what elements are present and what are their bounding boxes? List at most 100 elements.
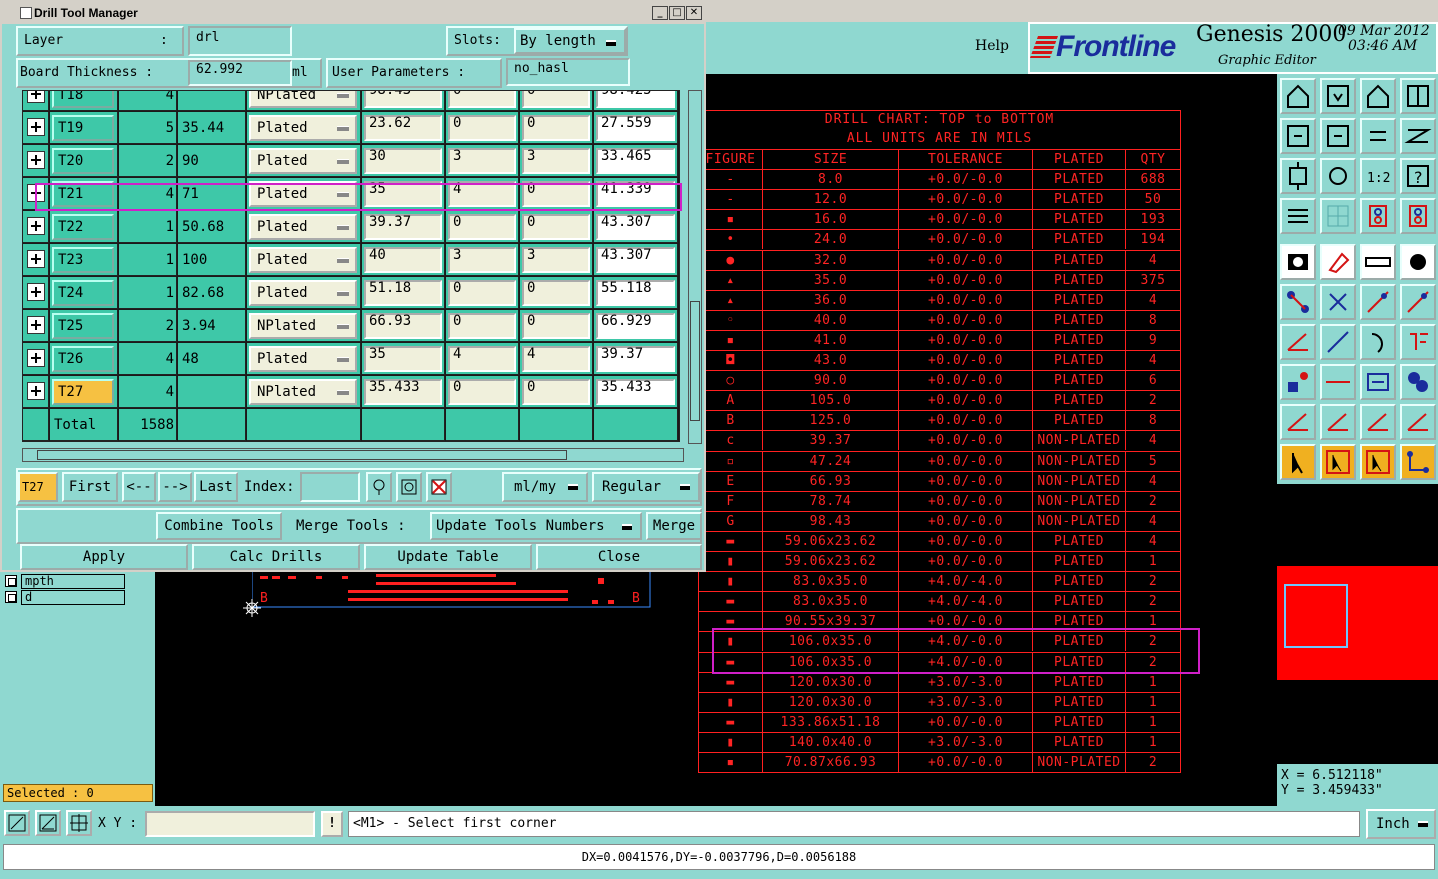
tol-minus-input[interactable]: 4	[522, 346, 590, 372]
replace-button[interactable]	[396, 472, 422, 502]
triangle-a-button[interactable]	[1280, 404, 1316, 440]
tol-plus-input[interactable]: 0	[448, 115, 516, 141]
pointer-box-button[interactable]	[1320, 444, 1356, 480]
tool-name-button[interactable]: T20	[52, 148, 114, 174]
tool-type-select[interactable]: NPlated	[249, 379, 357, 405]
tol-plus-input[interactable]: 0	[448, 379, 516, 405]
maximize-button[interactable]: □	[669, 6, 685, 20]
tool-name-button[interactable]: T27	[52, 379, 114, 405]
tool-row[interactable]: T24 1 82.68 Plated 51.18 0 0 55.118	[23, 277, 679, 310]
tol-minus-cell[interactable]: 0	[520, 211, 593, 243]
tol-minus-cell[interactable]: 0	[520, 112, 593, 144]
close-window-button[interactable]: ✕	[686, 6, 702, 20]
tol-plus-cell[interactable]: 3	[446, 145, 519, 177]
diag-button[interactable]	[1320, 324, 1356, 360]
tool-row[interactable]: T23 1 100 Plated 40 3 3 43.307	[23, 244, 679, 277]
tool-type-select[interactable]: NPlated	[249, 313, 357, 339]
tool-name-button[interactable]: T19	[52, 115, 114, 141]
drill-size-cell[interactable]: 23.62	[362, 112, 445, 144]
search-button[interactable]	[366, 472, 392, 502]
drill-size-input[interactable]: 51.18	[364, 280, 442, 306]
tool-name-cell[interactable]: T24	[50, 277, 118, 309]
tool-type-cell[interactable]: Plated	[247, 145, 361, 177]
expand-cell[interactable]	[23, 376, 49, 408]
expand-plus-icon[interactable]	[27, 151, 45, 169]
tool-type-select[interactable]: NPlated	[249, 91, 357, 108]
tol-minus-input[interactable]: 0	[522, 214, 590, 240]
tool-type-cell[interactable]: Plated	[247, 112, 361, 144]
result-size-input[interactable]: 66.929	[596, 313, 675, 339]
drill-size-cell[interactable]: 39.37	[362, 211, 445, 243]
home-button[interactable]	[1360, 78, 1396, 114]
tol-plus-cell[interactable]: 0	[446, 112, 519, 144]
result-size-input[interactable]: 27.559	[596, 115, 675, 141]
help-button[interactable]: ?	[1400, 158, 1436, 194]
hline-button[interactable]	[1320, 364, 1356, 400]
tool-type-cell[interactable]: NPlated	[247, 376, 361, 408]
tool-name-cell[interactable]: T23	[50, 244, 118, 276]
node-square-button[interactable]	[1280, 364, 1316, 400]
connect-button[interactable]	[1400, 444, 1436, 480]
tool-row[interactable]: T20 2 90 Plated 30 3 3 33.465	[23, 145, 679, 178]
toggle-red2-button[interactable]	[1400, 198, 1436, 234]
tol-minus-cell[interactable]: 0	[520, 277, 593, 309]
tool-name-button[interactable]: T24	[52, 280, 114, 306]
tol-minus-cell[interactable]: 3	[520, 145, 593, 177]
result-size-cell[interactable]: 27.559	[594, 112, 678, 144]
tool-type-cell[interactable]: Plated	[247, 244, 361, 276]
tol-plus-input[interactable]: 3	[448, 247, 516, 273]
split-button[interactable]	[1400, 324, 1436, 360]
next-button[interactable]: -->	[158, 472, 192, 502]
expand-plus-icon[interactable]	[27, 382, 45, 400]
nodes-button[interactable]	[1280, 284, 1316, 320]
grid-snap-button[interactable]	[66, 810, 92, 836]
window-split-button[interactable]	[1400, 78, 1436, 114]
user-params-field[interactable]: no_hasl	[506, 58, 630, 86]
ruler-button[interactable]	[1360, 244, 1396, 280]
layer-checkbox[interactable]	[5, 575, 17, 587]
swap-button[interactable]	[1360, 118, 1396, 154]
drill-size-cell[interactable]: 35	[362, 343, 445, 375]
drill-size-input[interactable]: 39.37	[364, 214, 442, 240]
tol-plus-input[interactable]: 3	[448, 148, 516, 174]
result-size-cell[interactable]: 33.465	[594, 145, 678, 177]
tool-type-cell[interactable]: Plated	[247, 277, 361, 309]
layer-field[interactable]: drl	[188, 26, 292, 56]
tool-row[interactable]: T25 2 3.94 NPlated 66.93 0 0 66.929	[23, 310, 679, 343]
expand-cell[interactable]	[23, 211, 49, 243]
drill-size-input[interactable]: 66.93	[364, 313, 442, 339]
ratio-button[interactable]: 1:2	[1360, 158, 1396, 194]
tool-type-cell[interactable]: NPlated	[247, 310, 361, 342]
tool-type-select[interactable]: Plated	[249, 247, 357, 273]
drill-size-input[interactable]: 98.43	[364, 91, 442, 108]
index-input[interactable]	[300, 472, 360, 502]
tol-minus-cell[interactable]: 0	[520, 91, 593, 111]
mode-select[interactable]: Regular	[592, 472, 700, 502]
drill-size-input[interactable]: 40	[364, 247, 442, 273]
panel-left-button[interactable]	[1280, 118, 1316, 154]
expand-plus-icon[interactable]	[27, 283, 45, 301]
tol-plus-cell[interactable]: 4	[446, 343, 519, 375]
update-table-button[interactable]: Update Table	[364, 544, 532, 570]
result-size-cell[interactable]: 43.307	[594, 244, 678, 276]
tol-minus-cell[interactable]: 3	[520, 244, 593, 276]
tol-minus-cell[interactable]: 0	[520, 310, 593, 342]
cross-button[interactable]	[1320, 284, 1356, 320]
merge-button[interactable]: Merge	[646, 512, 702, 540]
triangle-c-button[interactable]	[1360, 404, 1396, 440]
scroll-thumb[interactable]	[37, 450, 567, 460]
tool-name-cell[interactable]: T20	[50, 145, 118, 177]
prev-button[interactable]: <--	[122, 472, 156, 502]
tool-type-select[interactable]: Plated	[249, 346, 357, 372]
tol-minus-input[interactable]: 0	[522, 379, 590, 405]
camera-button[interactable]	[1280, 244, 1316, 280]
tool-type-select[interactable]: Plated	[249, 148, 357, 174]
layer-row[interactable]: d	[5, 589, 125, 605]
tol-minus-input[interactable]: 3	[522, 148, 590, 174]
tool-row[interactable]: T27 4 NPlated 35.433 0 0 35.433	[23, 376, 679, 409]
drill-size-input[interactable]: 35.433	[364, 379, 442, 405]
expand-plus-icon[interactable]	[27, 250, 45, 268]
result-size-input[interactable]: 98.425	[596, 91, 675, 108]
combine-tools-button[interactable]: Combine Tools	[156, 512, 282, 540]
units-select[interactable]: ml/my	[502, 472, 588, 502]
